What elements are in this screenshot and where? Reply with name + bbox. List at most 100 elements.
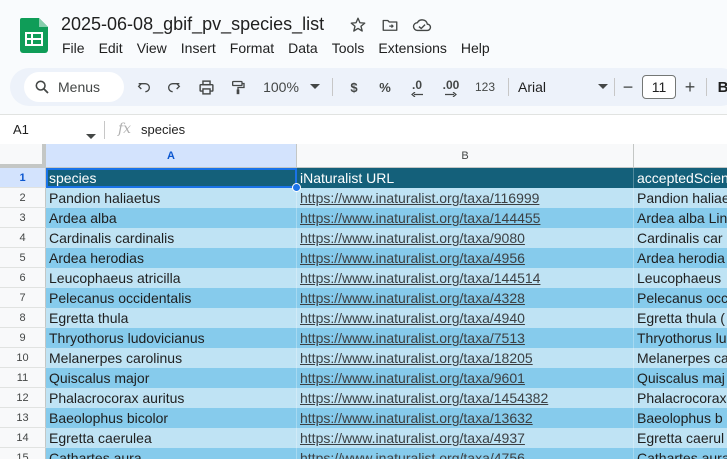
cell-accepted-name[interactable]: Ardea alba Lin <box>634 208 727 228</box>
row-header[interactable]: 3 <box>0 208 46 228</box>
star-icon[interactable] <box>348 15 368 35</box>
row-header[interactable]: 11 <box>0 368 46 388</box>
cell-accepted-name[interactable]: Pandion haliaetus <box>634 188 727 208</box>
row-header[interactable]: 2 <box>0 188 46 208</box>
cell-species[interactable]: Ardea alba <box>46 208 297 228</box>
arrow-left-icon <box>411 91 423 97</box>
menu-format[interactable]: Format <box>223 39 281 57</box>
currency-format-button[interactable]: $ <box>344 77 364 97</box>
cloud-saved-icon[interactable] <box>412 15 432 35</box>
row-header[interactable]: 14 <box>0 428 46 448</box>
bold-button[interactable]: B <box>716 77 727 97</box>
menu-edit[interactable]: Edit <box>92 39 130 57</box>
menu-data[interactable]: Data <box>281 39 325 57</box>
percent-format-button[interactable]: % <box>374 77 396 97</box>
column-header-b[interactable]: B <box>297 144 634 168</box>
cell-inaturalist-link[interactable]: https://www.inaturalist.org/taxa/4956 <box>297 248 634 268</box>
cell-species[interactable]: Egretta caerulea <box>46 428 297 448</box>
cell-accepted-name[interactable]: Egretta caerul <box>634 428 727 448</box>
cell-accepted-name[interactable]: Egretta thula ( <box>634 308 727 328</box>
sheets-logo-icon[interactable] <box>20 18 48 53</box>
cell-inaturalist-link[interactable]: https://www.inaturalist.org/taxa/9601 <box>297 368 634 388</box>
formula-input[interactable]: species <box>141 122 185 137</box>
cell-species[interactable]: Baeolophus bicolor <box>46 408 297 428</box>
cell-species-header[interactable]: species <box>46 168 297 188</box>
cell-accepted-name[interactable]: Ardea herodia <box>634 248 727 268</box>
zoom-select[interactable]: 100% <box>260 77 302 97</box>
row-header[interactable]: 4 <box>0 228 46 248</box>
cell-species[interactable]: Cardinalis cardinalis <box>46 228 297 248</box>
cell-species[interactable]: Leucophaeus atricilla <box>46 268 297 288</box>
menu-view[interactable]: View <box>130 39 174 57</box>
cell-species[interactable]: Pelecanus occidentalis <box>46 288 297 308</box>
cell-accepted-name-header[interactable]: acceptedScientificName <box>634 168 727 188</box>
cell-species[interactable]: Melanerpes carolinus <box>46 348 297 368</box>
cell-inaturalist-link[interactable]: https://www.inaturalist.org/taxa/4756 <box>297 448 634 459</box>
cell-inaturalist-link[interactable]: https://www.inaturalist.org/taxa/1454382 <box>297 388 634 408</box>
cell-inaturalist-link[interactable]: https://www.inaturalist.org/taxa/13632 <box>297 408 634 428</box>
cell-inaturalist-link[interactable]: https://www.inaturalist.org/taxa/4937 <box>297 428 634 448</box>
undo-icon[interactable] <box>134 77 154 97</box>
print-icon[interactable] <box>196 77 216 97</box>
increase-decimal-button[interactable]: .00 <box>436 77 466 97</box>
cell-species[interactable]: Pandion haliaetus <box>46 188 297 208</box>
menu-tools[interactable]: Tools <box>325 39 372 57</box>
cell-inaturalist-link[interactable]: https://www.inaturalist.org/taxa/4940 <box>297 308 634 328</box>
search-menus-button[interactable]: Menus <box>24 72 124 102</box>
cell-species[interactable]: Ardea herodias <box>46 248 297 268</box>
cell-species[interactable]: Quiscalus major <box>46 368 297 388</box>
row-header[interactable]: 12 <box>0 388 46 408</box>
redo-icon[interactable] <box>164 77 184 97</box>
font-size-input[interactable]: 11 <box>642 75 676 99</box>
row-header[interactable]: 7 <box>0 288 46 308</box>
row-header[interactable]: 13 <box>0 408 46 428</box>
cell-accepted-name[interactable]: Baeolophus b <box>634 408 727 428</box>
row-header[interactable]: 5 <box>0 248 46 268</box>
cell-accepted-name[interactable]: Pelecanus occ <box>634 288 727 308</box>
menu-file[interactable]: File <box>55 39 92 57</box>
column-header-a[interactable]: A <box>46 144 297 168</box>
increase-font-size-button[interactable]: + <box>680 77 700 97</box>
cell-inaturalist-link[interactable]: https://www.inaturalist.org/taxa/18205 <box>297 348 634 368</box>
select-all-corner[interactable] <box>0 144 46 168</box>
paint-format-icon[interactable] <box>228 77 248 97</box>
cell-accepted-name[interactable]: Thryothorus lu <box>634 328 727 348</box>
cell-accepted-name[interactable]: Phalacrocorax <box>634 388 727 408</box>
decrease-decimal-button[interactable]: .0 <box>404 77 430 97</box>
menu-help[interactable]: Help <box>454 39 497 57</box>
cell-accepted-name[interactable]: Cathartes aura <box>634 448 727 459</box>
fill-handle[interactable] <box>292 183 301 192</box>
cell-accepted-name[interactable]: Cardinalis car <box>634 228 727 248</box>
row-header[interactable]: 1 <box>0 168 46 188</box>
cell-inaturalist-link[interactable]: https://www.inaturalist.org/taxa/116999 <box>297 188 634 208</box>
menu-insert[interactable]: Insert <box>174 39 223 57</box>
cell-inaturalist-link[interactable]: https://www.inaturalist.org/taxa/7513 <box>297 328 634 348</box>
cell-inaturalist-link[interactable]: https://www.inaturalist.org/taxa/4328 <box>297 288 634 308</box>
number-format-button[interactable]: 123 <box>472 77 498 97</box>
document-title[interactable]: 2025-06-08_gbif_pv_species_list <box>61 14 324 35</box>
decrease-font-size-button[interactable]: − <box>618 77 638 97</box>
name-box[interactable]: A1 <box>13 122 29 137</box>
cell-species[interactable]: Phalacrocorax auritus <box>46 388 297 408</box>
font-select[interactable]: Arial <box>518 77 608 97</box>
row-header[interactable]: 9 <box>0 328 46 348</box>
move-folder-icon[interactable] <box>380 15 400 35</box>
cell-accepted-name[interactable]: Quiscalus maj <box>634 368 727 388</box>
cell-species[interactable]: Cathartes aura <box>46 448 297 459</box>
cell-inaturalist-link[interactable]: https://www.inaturalist.org/taxa/144455 <box>297 208 634 228</box>
row-header[interactable]: 6 <box>0 268 46 288</box>
row-header[interactable]: 8 <box>0 308 46 328</box>
zoom-caret-icon[interactable] <box>308 77 322 97</box>
cell-inaturalist-link[interactable]: https://www.inaturalist.org/taxa/144514 <box>297 268 634 288</box>
menu-extensions[interactable]: Extensions <box>371 39 453 57</box>
row-header[interactable]: 15 <box>0 448 46 459</box>
name-box-caret-icon[interactable] <box>86 127 96 145</box>
cell-species[interactable]: Thryothorus ludovicianus <box>46 328 297 348</box>
row-header[interactable]: 10 <box>0 348 46 368</box>
cell-inaturalist-link[interactable]: https://www.inaturalist.org/taxa/9080 <box>297 228 634 248</box>
column-header-c[interactable] <box>634 144 727 168</box>
cell-species[interactable]: Egretta thula <box>46 308 297 328</box>
cell-accepted-name[interactable]: Leucophaeus <box>634 268 727 288</box>
cell-url-header[interactable]: iNaturalist URL <box>297 168 634 188</box>
cell-accepted-name[interactable]: Melanerpes ca <box>634 348 727 368</box>
